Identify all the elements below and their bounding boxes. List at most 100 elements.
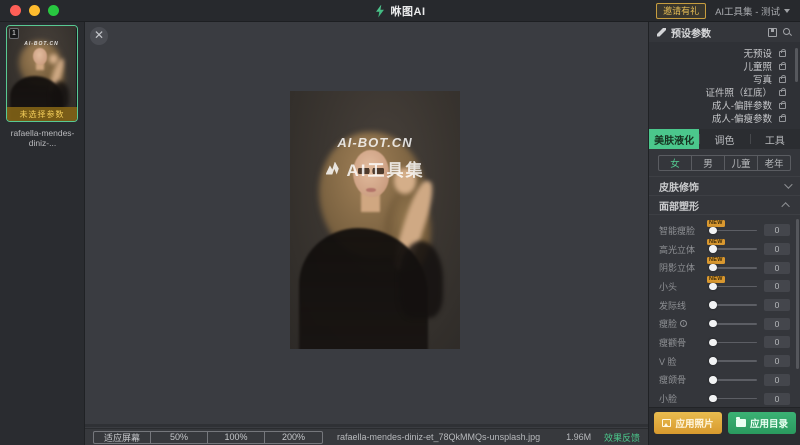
preset-item[interactable]: 儿童照 [649,59,800,72]
slider-handle[interactable] [709,395,717,403]
window-controls [10,5,59,16]
slider[interactable] [710,360,757,362]
edit-pen-icon [657,28,666,37]
settings-panel: 预设参数 无预设 儿童照 写真 证件照（红底） 成人-偏胖参数 成人-偏瘦参数 [648,22,800,445]
photo-icon [662,419,671,427]
panel-tabs: 美肤液化 调色 工具 [649,129,800,149]
lock-icon [779,116,786,122]
slider[interactable] [710,286,757,288]
gender-selector: 女 男 儿童 老年 [658,155,791,171]
tab-tools[interactable]: 工具 [750,129,800,149]
feedback-link[interactable]: 效果反馈 [604,431,640,444]
thumbnail-photo: AI-BOT.CN [7,26,76,120]
account-menu[interactable]: AI工具集 - 测试 [715,4,790,18]
zoom-100-button[interactable]: 100% [208,432,265,443]
tab-color-grade[interactable]: 调色 [699,129,749,149]
zoom-control-group: 适应屏幕 50% 100% 200% [93,431,323,444]
apply-to-folder-button[interactable]: 应用目录 [728,412,796,434]
app-logo-bolt-icon [375,5,386,18]
new-badge: NEW [707,239,725,246]
new-badge: NEW [707,276,725,283]
slider[interactable] [710,304,757,306]
title-bar: 咻图AI 邀请有礼 AI工具集 - 测试 [0,0,800,22]
image-list-sidebar: 1 AI-BOT.CN 未选择参数 rafaella-mendes-diniz-… [0,22,85,445]
slider[interactable] [710,267,757,269]
preset-list: 无预设 儿童照 写真 证件照（红底） 成人-偏胖参数 成人-偏瘦参数 [649,42,800,129]
lock-icon [779,64,786,70]
tab-beauty-liquify[interactable]: 美肤液化 [649,129,699,149]
slider-value: 0 [764,262,790,274]
slider-list: NEW 智能瘦脸 0 NEW 高光立体 0 NEW 阴影立体 0 NEW 小头 [649,214,800,426]
close-image-icon[interactable]: ✕ [90,27,108,45]
slider-handle[interactable] [709,376,717,384]
preset-header: 预设参数 [649,22,800,42]
image-thumbnail-card[interactable]: 1 AI-BOT.CN 未选择参数 [6,25,78,122]
slider-handle[interactable] [709,227,717,235]
slider-handle[interactable] [709,320,717,328]
preset-item[interactable]: 写真 [649,72,800,85]
watermark-brand: AI工具集 [290,156,460,181]
preset-item[interactable]: 证件照（红底） [649,85,800,98]
slider[interactable] [710,248,757,250]
folder-icon [736,419,746,427]
main-photo: AI-BOT.CN AI工具集 [290,91,460,349]
photo-sleeve [399,241,443,318]
zoom-200-button[interactable]: 200% [265,432,322,443]
slider-handle[interactable] [709,264,717,272]
minimize-window-button[interactable] [29,5,40,16]
photo-lips [366,188,376,192]
new-badge: NEW [707,220,725,227]
gender-child[interactable]: 儿童 [725,156,758,170]
current-filename: rafaella-mendes-diniz-et_78QkMMQs-unspla… [337,432,540,442]
app-window: 咻图AI 邀请有礼 AI工具集 - 测试 1 AI-BOT.CN 未选择参数 r… [0,0,800,445]
zoom-50-button[interactable]: 50% [151,432,208,443]
section-face-shaping[interactable]: 面部塑形 [649,195,800,214]
slider[interactable] [710,379,757,381]
slider-row-slim-cheekbone: 瘦颧骨 0 [649,333,800,352]
slider-value: 0 [764,318,790,330]
thumbnail-filename: rafaella-mendes-diniz-... [0,128,85,148]
search-icon[interactable] [782,27,792,37]
preset-item[interactable]: 成人-偏胖参数 [649,98,800,111]
no-preset-banner: 未选择参数 [7,107,77,121]
fit-screen-button[interactable]: 适应屏幕 [94,432,151,443]
horizontal-scrollbar[interactable] [85,424,648,427]
apply-footer: 应用照片 应用目录 [649,407,800,445]
slider-handle[interactable] [709,283,717,291]
preset-scrollbar[interactable] [795,48,798,82]
slider-handle[interactable] [709,339,717,347]
slider-row-shadow-3d: NEW 阴影立体 0 [649,258,800,277]
slider[interactable] [710,342,757,344]
close-window-button[interactable] [10,5,21,16]
editor-canvas[interactable]: ✕ AI-BOT.CN AI工具集 [85,22,648,428]
file-size: 1.96M [566,432,591,442]
slider-handle[interactable] [709,301,717,309]
slider-value: 0 [764,355,790,367]
info-icon[interactable]: i [680,320,687,327]
maximize-window-button[interactable] [48,5,59,16]
save-preset-icon[interactable] [768,28,777,37]
slider-row-slim-jawbone: 瘦颌骨 0 [649,371,800,390]
lock-icon [779,77,786,83]
account-label: AI工具集 - 测试 [715,4,780,18]
preset-item[interactable]: 无预设 [649,46,800,59]
gender-elder[interactable]: 老年 [758,156,790,170]
gender-female[interactable]: 女 [659,156,692,170]
slider-handle[interactable] [709,357,717,365]
slider[interactable] [710,398,757,400]
slider-panel-scrollbar[interactable] [796,219,799,369]
chevron-down-icon [784,9,790,13]
slider-value: 0 [764,336,790,348]
slider[interactable] [710,230,757,232]
apply-to-photo-button[interactable]: 应用照片 [654,412,722,434]
preset-item[interactable]: 成人-偏瘦参数 [649,111,800,124]
section-skin-retouch[interactable]: 皮肤修饰 [649,176,800,195]
slider[interactable] [710,323,757,325]
lock-icon [779,103,786,109]
gender-male[interactable]: 男 [692,156,725,170]
chevron-down-icon [784,180,792,188]
invite-reward-button[interactable]: 邀请有礼 [656,3,706,19]
slider-handle[interactable] [709,245,717,253]
slider-row-small-face: 小脸 0 [649,389,800,408]
app-title: 咻图AI [391,3,426,19]
